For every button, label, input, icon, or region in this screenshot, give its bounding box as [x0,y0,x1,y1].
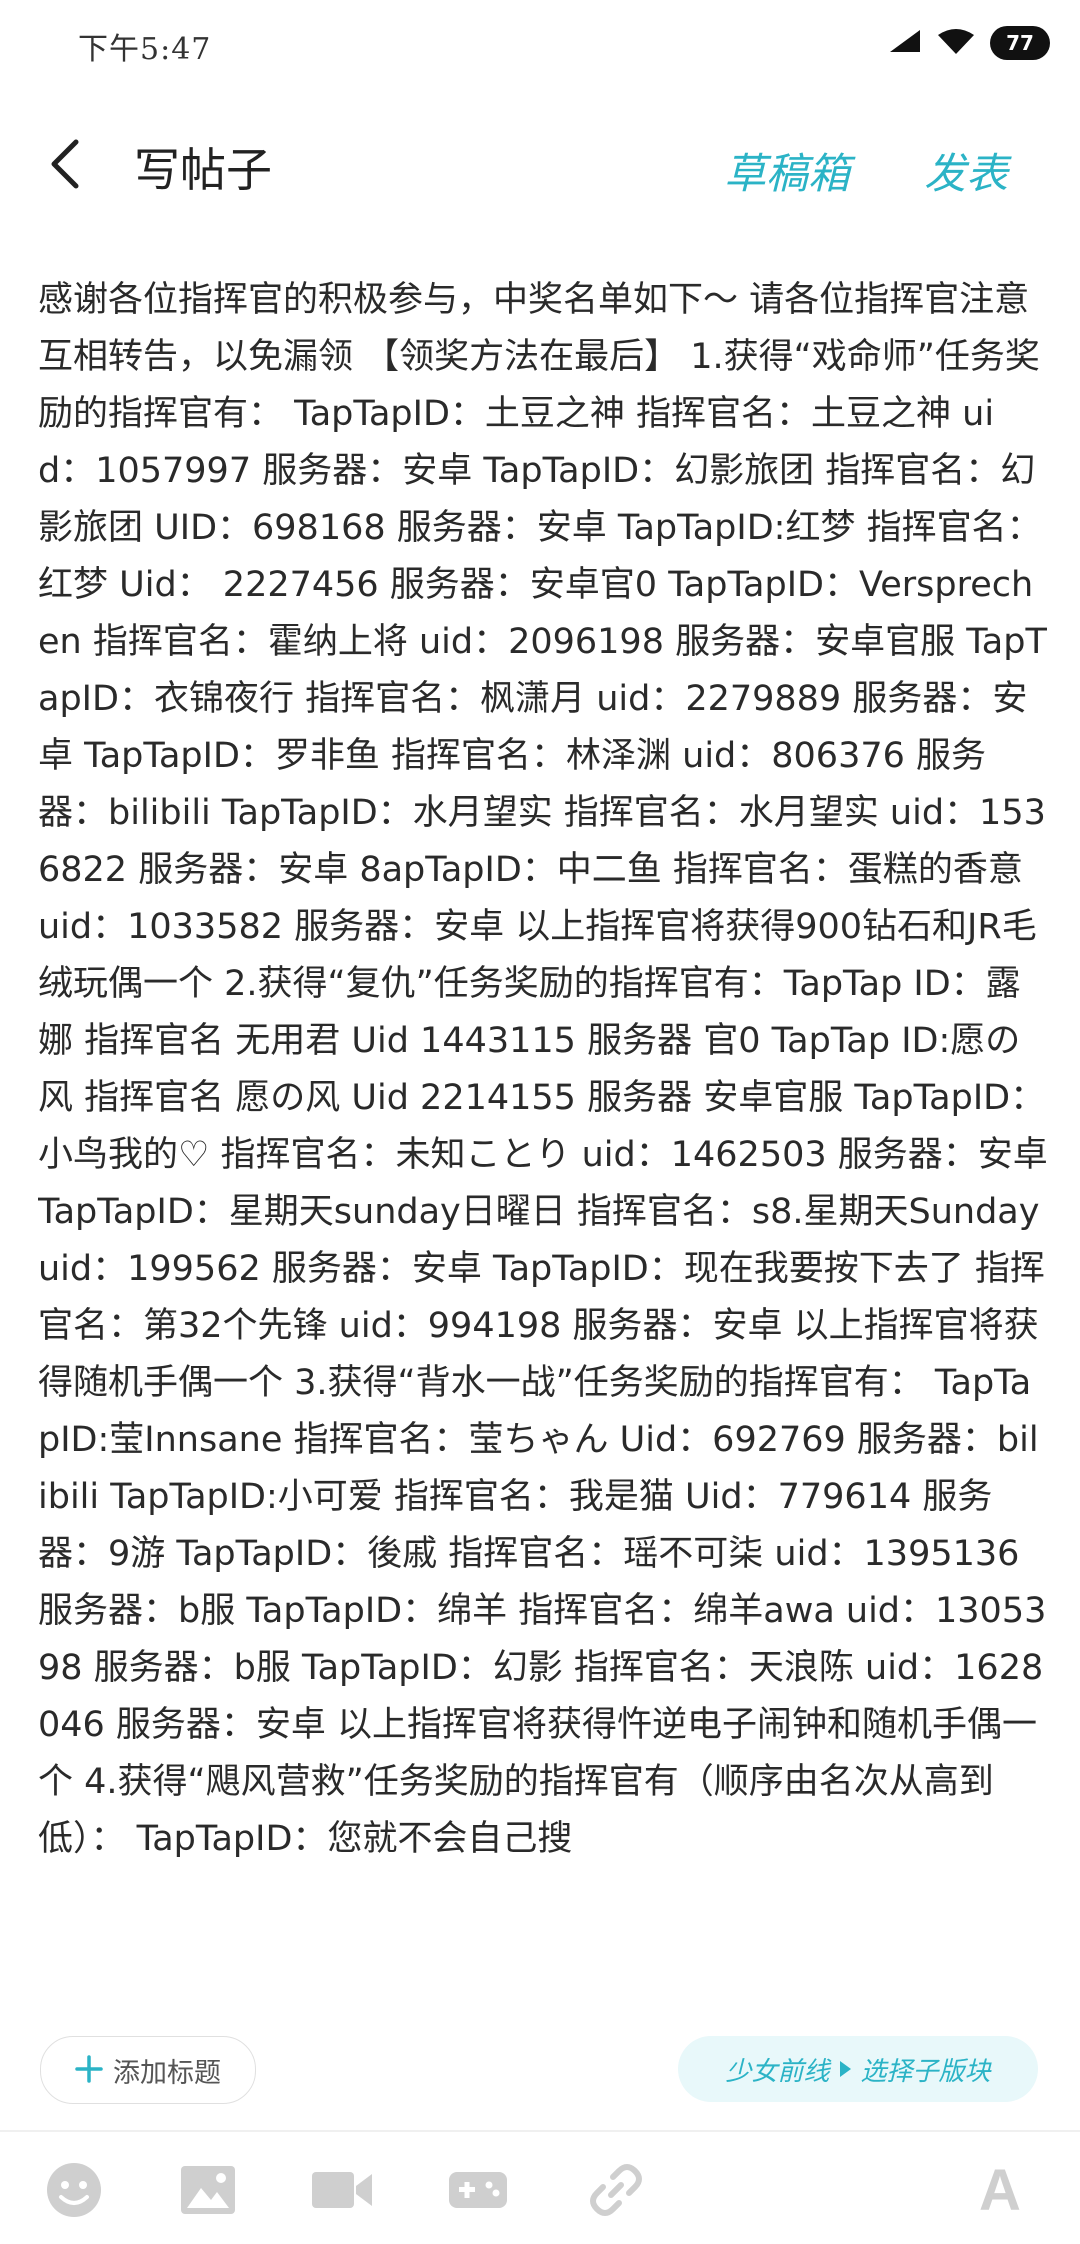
post-body-editor[interactable]: 感谢各位指挥官的积极参与，中奖名单如下～ 请各位指挥官注意互相转告，以免漏领 【… [38,272,1048,1952]
sub-board-label: 选择子版块 [860,2056,991,2087]
add-title-button[interactable]: 添加标题 [40,2036,256,2104]
toolbar-divider [0,2130,1080,2132]
page-title: 写帖子 [134,143,272,197]
video-button[interactable] [310,2158,374,2222]
battery-icon: 77 [990,26,1050,60]
back-button[interactable] [36,132,92,196]
compose-post-screen: 下午5:47 77 写帖子 草稿箱 发表 感谢各位指挥官的积极参与，中奖名单如下… [0,0,1080,2244]
image-icon [181,2166,235,2214]
triangle-right-icon [839,2061,851,2077]
plus-icon [75,2050,103,2090]
game-button[interactable] [446,2158,510,2222]
chevron-left-icon [51,139,79,189]
video-icon [312,2172,372,2208]
gamepad-icon [449,2172,507,2208]
emoji-icon [47,2163,101,2217]
emoji-button[interactable] [42,2158,106,2222]
drafts-button[interactable]: 草稿箱 [724,140,850,201]
board-name: 少女前线 [725,2056,830,2087]
wifi-icon [936,27,976,59]
add-title-label: 添加标题 [113,2057,221,2089]
status-time: 下午5:47 [78,32,212,67]
signal-icon [888,28,922,58]
link-button[interactable] [584,2158,648,2222]
font-style-button[interactable]: A [968,2157,1032,2223]
font-icon: A [979,2157,1021,2223]
link-icon [590,2164,642,2216]
header: 写帖子 草稿箱 发表 [0,110,1080,220]
status-icons: 77 [888,26,1050,60]
publish-button[interactable]: 发表 [924,140,1008,201]
image-button[interactable] [176,2158,240,2222]
board-select-button[interactable]: 少女前线 选择子版块 [678,2036,1038,2102]
editor-toolbar: A [0,2140,1080,2244]
status-bar: 下午5:47 77 [0,0,1080,90]
